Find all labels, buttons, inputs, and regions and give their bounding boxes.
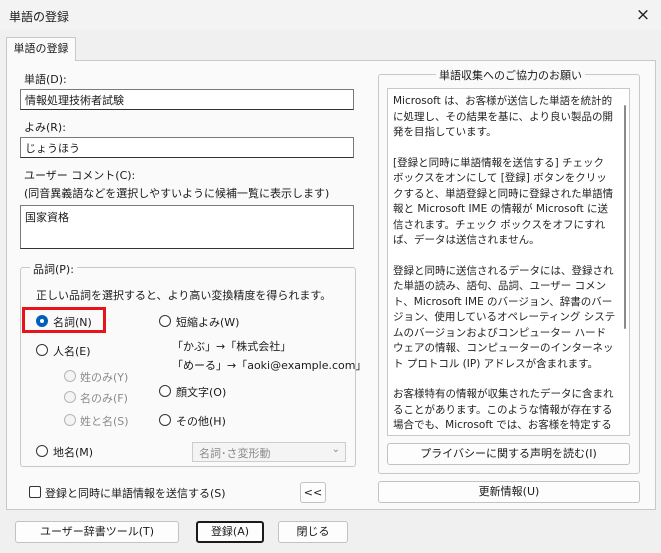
reading-label: よみ(R): <box>24 121 66 134</box>
emoticon-label[interactable]: 顔文字(O) <box>176 384 226 400</box>
privacy-button[interactable]: プライバシーに関する声明を読む(I) <box>387 443 630 465</box>
pos-group-label: 品詞(P): <box>30 261 77 277</box>
noun-radio[interactable] <box>36 315 48 327</box>
send-checkbox-label[interactable]: 登録と同時に単語情報を送信する(S) <box>45 485 226 501</box>
person-radio[interactable] <box>36 344 48 356</box>
full-name-radio[interactable] <box>64 414 76 426</box>
noun-label[interactable]: 名詞(N) <box>53 314 92 330</box>
abbrev-example-1: 「かぶ」→「株式会社」 <box>172 340 292 353</box>
close-button[interactable]: 閉じる <box>278 521 348 543</box>
send-checkbox[interactable] <box>29 486 41 498</box>
reading-input[interactable]: じょうほう <box>20 137 354 158</box>
info-paragraph: [登録と同時に単語情報を送信する] チェック ボックスをオンにして [登録] ボ… <box>393 156 614 247</box>
given-name-label[interactable]: 名のみ(F) <box>80 390 128 406</box>
surname-label[interactable]: 姓のみ(Y) <box>80 369 128 385</box>
place-label[interactable]: 地名(M) <box>53 444 93 460</box>
full-name-label[interactable]: 姓と名(S) <box>80 413 129 429</box>
word-input[interactable]: 情報処理技術者試験 <box>20 89 354 110</box>
user-dictionary-tool-button[interactable]: ユーザー辞書ツール(T) <box>15 521 179 543</box>
abbrev-radio[interactable] <box>159 315 171 327</box>
place-radio[interactable] <box>36 445 48 457</box>
surname-radio[interactable] <box>64 370 76 382</box>
close-icon[interactable]: × <box>630 3 656 27</box>
collapse-button[interactable]: << <box>300 482 326 503</box>
subtype-select[interactable]: 名詞･さ変形動 ⌄ <box>192 442 346 462</box>
word-label: 単語(D): <box>24 73 67 86</box>
scrollbar-thumb[interactable] <box>624 105 626 329</box>
window-title: 単語の登録 <box>9 10 70 24</box>
emoticon-radio[interactable] <box>159 385 171 397</box>
info-title: 単語収集へのご協力のお願い <box>436 67 585 83</box>
info-paragraph: Microsoft は、お客様が送信した単語を統計的に処理し、その結果を基に、よ… <box>393 95 613 138</box>
info-text: Microsoft は、お客様が送信した単語を統計的に処理し、その結果を基に、よ… <box>393 94 616 435</box>
other-label[interactable]: その他(H) <box>176 413 226 429</box>
person-label[interactable]: 人名(E) <box>53 343 91 359</box>
update-info-button[interactable]: 更新情報(U) <box>378 481 640 503</box>
subtype-select-value: 名詞･さ変形動 <box>199 447 271 460</box>
title-bar <box>0 0 661 30</box>
abbrev-label[interactable]: 短縮よみ(W) <box>176 314 239 330</box>
other-radio[interactable] <box>159 414 171 426</box>
info-paragraph: お客様特有の情報が収集されたデータに含まれることがあります。このような情報が存在… <box>393 388 614 435</box>
chevron-down-icon: ⌄ <box>331 444 340 455</box>
comment-label: ユーザー コメント(C): <box>24 169 136 182</box>
abbrev-example-2: 「めーる」→「aoki@example.com」 <box>172 359 367 372</box>
comment-hint: (同音異義語などを選択しやすいように候補一覧に表示します) <box>24 187 330 200</box>
info-paragraph: 登録と同時に送信されるデータには、登録された単語の読み、語句、品詞、ユーザー コ… <box>393 264 616 370</box>
pos-description: 正しい品詞を選択すると、より高い変換精度を得られます。 <box>36 289 332 302</box>
info-text-box[interactable]: Microsoft は、お客様が送信した単語を統計的に処理し、その結果を基に、よ… <box>387 88 630 436</box>
tab-word-register[interactable]: 単語の登録 <box>6 37 76 61</box>
given-name-radio[interactable] <box>64 391 76 403</box>
register-button[interactable]: 登録(A) <box>196 521 264 543</box>
comment-input[interactable]: 国家資格 <box>20 205 354 249</box>
